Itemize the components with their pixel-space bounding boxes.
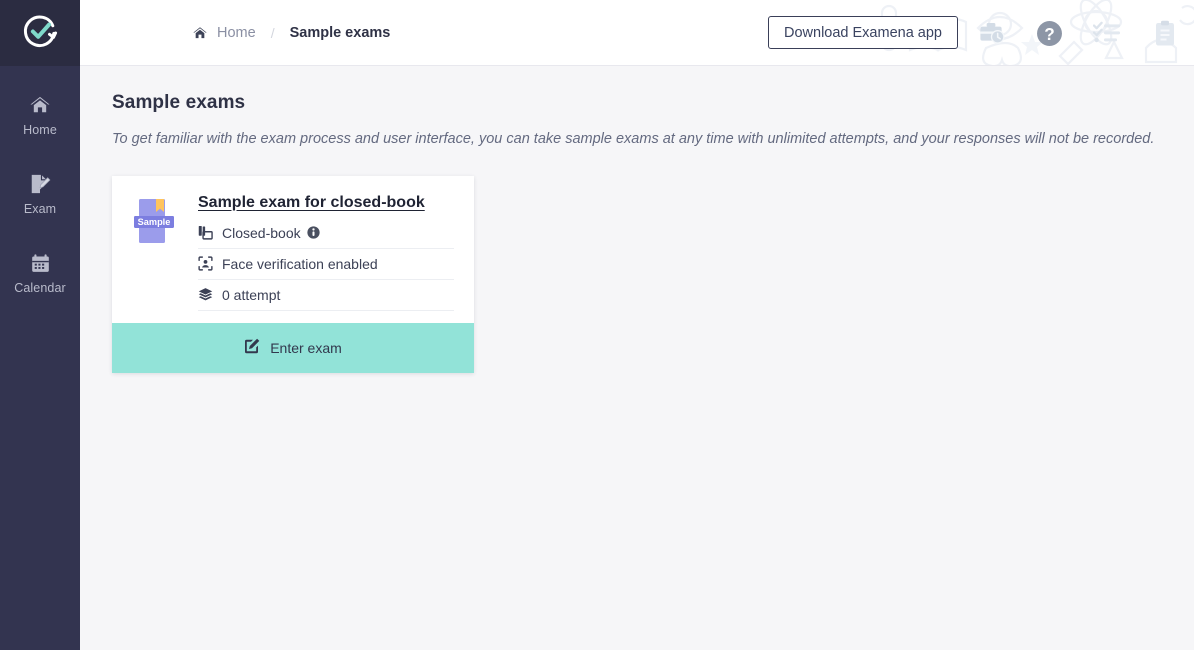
breadcrumb-separator: / — [270, 24, 275, 41]
exam-meta-row-face-verification: Face verification enabled — [198, 249, 454, 280]
sidebar-item-calendar[interactable]: Calendar — [0, 238, 80, 305]
sample-exam-thumbnail: Sample — [132, 194, 180, 311]
breadcrumb-current: Sample exams — [289, 24, 391, 41]
exam-card-list: Sample Sample exam for closed-book Close… — [112, 175, 1162, 373]
checklist-icon[interactable] — [1078, 0, 1136, 65]
sidebar-item-label: Exam — [23, 202, 57, 216]
exam-card-body: Sample Sample exam for closed-book Close… — [112, 176, 474, 323]
layers-stack-icon — [198, 287, 222, 302]
top-bar: Home / Sample exams Download Examena app — [80, 0, 1194, 66]
download-app-button[interactable]: Download Examena app — [768, 16, 958, 49]
breadcrumb-link-home[interactable]: Home — [217, 25, 256, 41]
exam-title-link[interactable]: Sample exam for closed-book — [198, 194, 425, 212]
home-icon — [29, 92, 51, 118]
book-copy-icon — [198, 225, 222, 240]
pencil-square-icon — [244, 338, 260, 357]
exam-meta-label: 0 attempt — [222, 286, 281, 303]
sidebar-item-home[interactable]: Home — [0, 80, 80, 147]
exam-meta-label: Closed-book — [222, 224, 301, 241]
info-circle-icon[interactable] — [306, 226, 320, 239]
sidebar-nav: Home Exam Calendar — [0, 66, 80, 317]
page-subtitle: To get familiar with the exam process an… — [112, 131, 1155, 147]
exam-meta-row-attempts: 0 attempt — [198, 280, 454, 311]
exam-meta-text: Face verification enabled — [222, 256, 378, 272]
exam-card-main: Sample exam for closed-book Closed-book … — [198, 194, 454, 311]
calendar-icon — [30, 250, 51, 276]
clipboard-icon[interactable] — [1136, 0, 1194, 65]
exam-document-pencil-icon — [29, 171, 51, 197]
sample-thumb-label: Sample — [138, 217, 171, 227]
sidebar-item-label: Home — [23, 123, 57, 137]
breadcrumb: Home / Sample exams — [192, 25, 390, 41]
main-column: Home / Sample exams Download Examena app — [80, 0, 1194, 650]
app-root: Home Exam Calendar Home / Sample exams D… — [0, 0, 1194, 650]
exam-meta-text: 0 attempt — [222, 287, 280, 303]
app-logo[interactable] — [0, 0, 80, 66]
exam-meta-row-mode: Closed-book — [198, 218, 454, 249]
enter-exam-button[interactable]: Enter exam — [112, 322, 474, 373]
sidebar-item-label: Calendar — [14, 281, 66, 295]
exam-meta-label: Face verification enabled — [222, 255, 378, 272]
face-scan-icon — [198, 256, 222, 271]
enter-exam-label: Enter exam — [270, 339, 342, 356]
circular-check-logo-icon — [21, 12, 59, 55]
page-title: Sample exams — [112, 92, 246, 113]
exam-meta-text: Closed-book — [222, 225, 320, 241]
home-icon — [192, 26, 208, 40]
sample-book-icon: Sample — [134, 198, 174, 243]
sidebar-item-exam[interactable]: Exam — [0, 159, 80, 226]
question-mark-circle-icon[interactable]: ? — [1020, 0, 1078, 65]
page-content: Sample exams To get familiar with the ex… — [80, 66, 1194, 650]
sidebar: Home Exam Calendar — [0, 0, 80, 650]
svg-text:?: ? — [1044, 23, 1054, 43]
briefcase-clock-icon[interactable] — [962, 0, 1020, 65]
exam-card: Sample Sample exam for closed-book Close… — [112, 175, 474, 373]
